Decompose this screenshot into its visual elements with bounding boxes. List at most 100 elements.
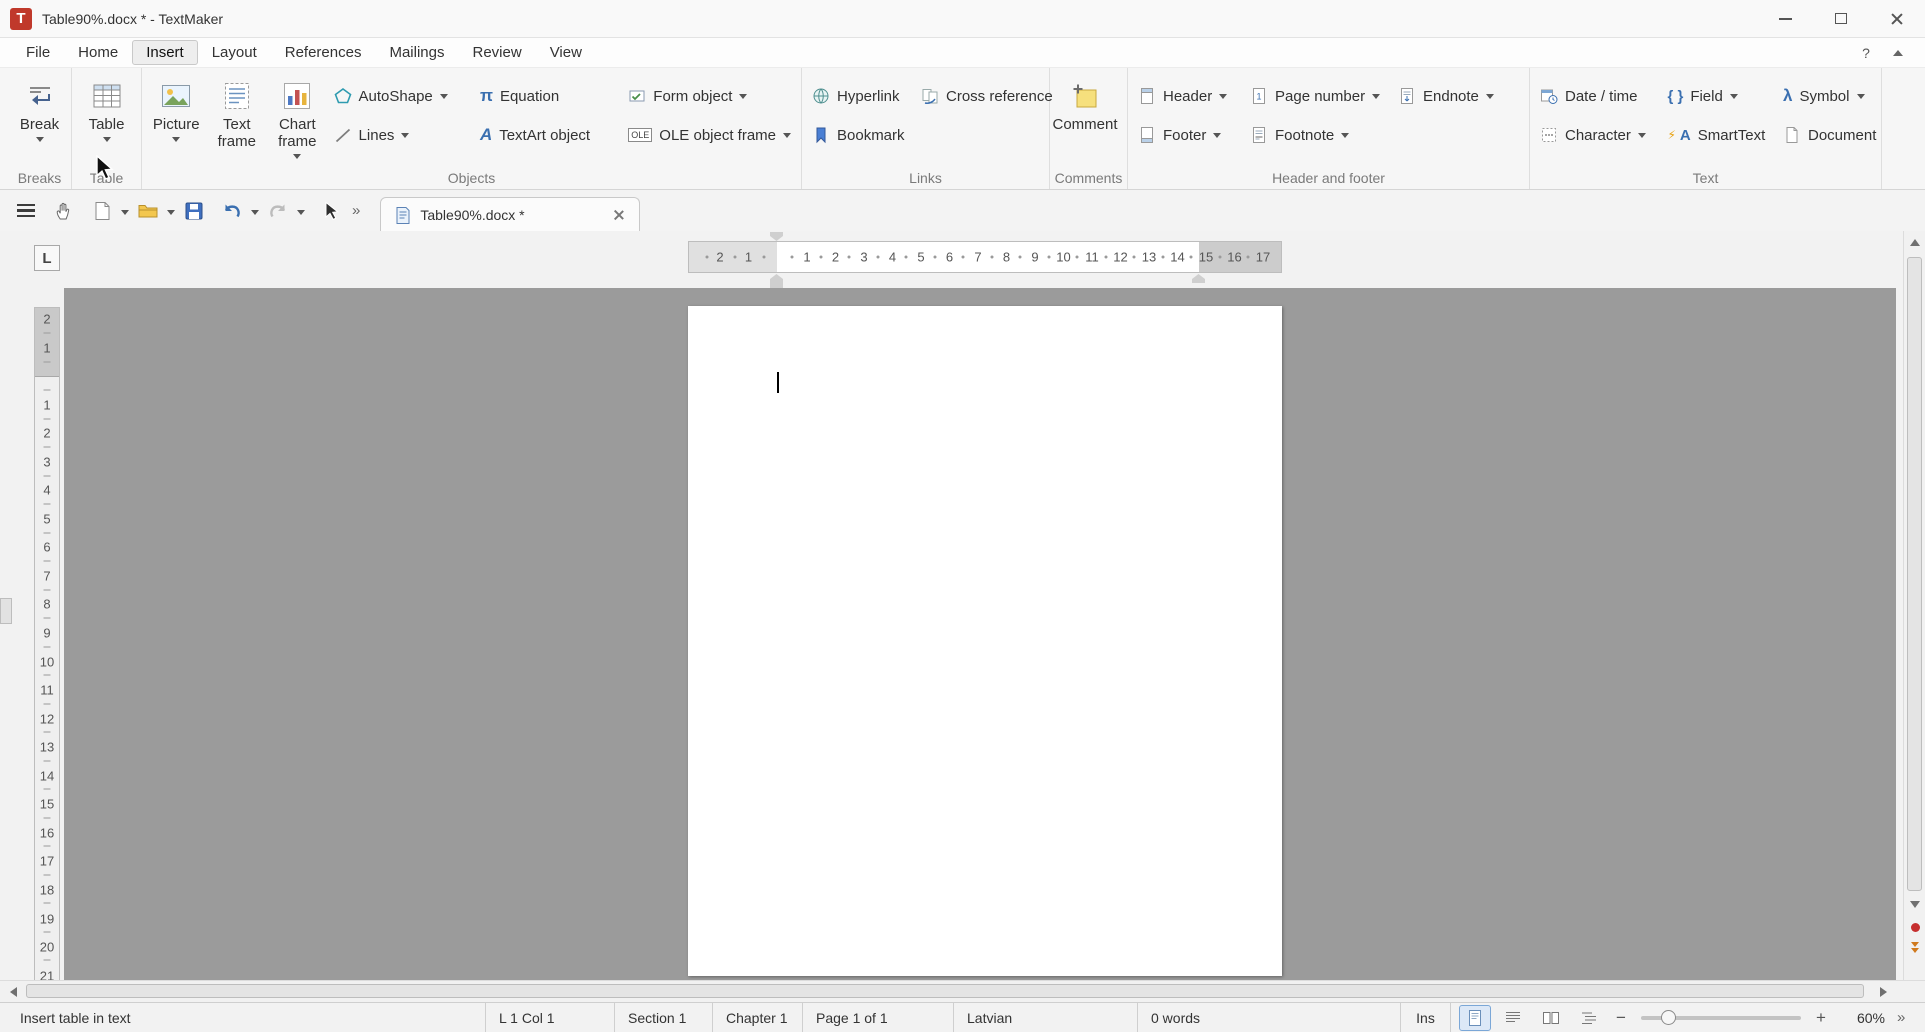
- horizontal-ruler[interactable]: 211234567891011121314151617: [688, 231, 1282, 288]
- undo-dropdown[interactable]: [248, 195, 262, 227]
- vertical-scrollbar[interactable]: [1903, 231, 1925, 980]
- new-document-dropdown[interactable]: [118, 195, 132, 227]
- ruler-number: 3: [43, 454, 50, 469]
- close-tab-icon[interactable]: [613, 209, 625, 221]
- redo-button[interactable]: [262, 195, 294, 227]
- character-button[interactable]: Character: [1534, 120, 1661, 150]
- status-section[interactable]: Section 1: [614, 1003, 712, 1032]
- status-cursor-position[interactable]: L 1 Col 1: [485, 1003, 614, 1032]
- comment-button[interactable]: Comment: [1054, 72, 1116, 167]
- open-dropdown[interactable]: [164, 195, 178, 227]
- right-indent-marker[interactable]: [1192, 274, 1205, 283]
- close-button[interactable]: [1869, 0, 1925, 37]
- view-mode-pages-button[interactable]: [1535, 1005, 1567, 1031]
- text-frame-button[interactable]: Text frame: [207, 72, 268, 167]
- group-label-links: Links: [802, 170, 1049, 186]
- scroll-up-button[interactable]: [1904, 231, 1925, 253]
- smarttext-button[interactable]: ⚡ A SmartText: [1661, 120, 1777, 150]
- vertical-ruler[interactable]: 21123456789101112131415161718192021: [34, 307, 60, 980]
- menu-review[interactable]: Review: [459, 40, 536, 65]
- scroll-down-button[interactable]: [1904, 893, 1925, 915]
- maximize-button[interactable]: [1813, 0, 1869, 37]
- endnote-button[interactable]: Endnote: [1392, 81, 1502, 111]
- table-button[interactable]: Table: [76, 72, 137, 167]
- document-page[interactable]: [688, 306, 1282, 976]
- document-button[interactable]: Document: [1777, 120, 1877, 150]
- page-number-button[interactable]: 1 Page number: [1244, 81, 1392, 111]
- lines-button[interactable]: Lines: [328, 120, 474, 150]
- view-mode-standard-button[interactable]: [1459, 1005, 1491, 1031]
- form-object-button[interactable]: Form object: [622, 81, 797, 111]
- equation-button[interactable]: π Equation: [474, 81, 622, 111]
- menu-layout[interactable]: Layout: [198, 40, 271, 65]
- menu-home[interactable]: Home: [64, 40, 132, 65]
- hyperlink-button[interactable]: Hyperlink: [806, 81, 915, 111]
- picture-button[interactable]: Picture: [146, 72, 207, 167]
- menu-references[interactable]: References: [271, 40, 376, 65]
- break-button[interactable]: Break: [12, 72, 67, 167]
- ruler-tick: [848, 256, 851, 259]
- window-title: Table90%.docx * - TextMaker: [42, 11, 223, 27]
- view-mode-outline-button[interactable]: [1573, 1005, 1605, 1031]
- redo-dropdown[interactable]: [294, 195, 308, 227]
- view-mode-continuous-button[interactable]: [1497, 1005, 1529, 1031]
- horizontal-scrollbar[interactable]: [0, 980, 1925, 1002]
- split-view-handle[interactable]: [0, 598, 12, 624]
- zoom-in-button[interactable]: +: [1811, 1008, 1831, 1028]
- autoshape-button[interactable]: AutoShape: [328, 81, 474, 111]
- zoom-out-button[interactable]: −: [1611, 1008, 1631, 1028]
- pan-hand-button[interactable]: [48, 195, 80, 227]
- menubar: File Home Insert Layout References Maili…: [0, 38, 1925, 68]
- status-insert-mode[interactable]: Ins: [1400, 1003, 1450, 1032]
- main-menu-button[interactable]: [10, 195, 42, 227]
- left-indent-marker[interactable]: [770, 274, 783, 283]
- statusbar-overflow-chevron[interactable]: »: [1897, 1009, 1905, 1026]
- status-word-count[interactable]: 0 words: [1137, 1003, 1400, 1032]
- toolbar-overflow-chevron[interactable]: »: [346, 202, 366, 219]
- document-viewport[interactable]: [64, 288, 1896, 980]
- collapse-ribbon-button[interactable]: [1885, 42, 1911, 64]
- open-button[interactable]: [132, 195, 164, 227]
- menu-mailings[interactable]: Mailings: [375, 40, 458, 65]
- horizontal-scrollbar-thumb[interactable]: [26, 984, 1864, 998]
- save-button[interactable]: [178, 195, 210, 227]
- ruler-tick: [44, 846, 51, 847]
- header-button[interactable]: Header: [1132, 81, 1244, 111]
- tab-stop-selector[interactable]: L: [34, 245, 60, 271]
- ruler-number: 18: [40, 883, 54, 898]
- zoom-slider[interactable]: [1641, 1016, 1801, 1020]
- help-button[interactable]: ?: [1853, 42, 1879, 64]
- next-object-button[interactable]: [1904, 937, 1925, 957]
- footer-button[interactable]: Footer: [1132, 120, 1244, 150]
- ribbon-group-comments: Comment Comments: [1050, 68, 1128, 189]
- ole-object-frame-button[interactable]: OLE OLE object frame: [622, 120, 797, 150]
- chart-frame-button[interactable]: Chart frame: [267, 72, 328, 167]
- status-chapter[interactable]: Chapter 1: [712, 1003, 802, 1032]
- status-language[interactable]: Latvian: [953, 1003, 1137, 1032]
- scroll-right-button[interactable]: [1872, 981, 1894, 1002]
- new-document-button[interactable]: [86, 195, 118, 227]
- select-pointer-button[interactable]: [314, 195, 346, 227]
- document-tab[interactable]: Table90%.docx *: [380, 197, 640, 232]
- symbol-button[interactable]: λ Symbol: [1777, 81, 1877, 111]
- scroll-left-button[interactable]: [2, 981, 24, 1002]
- undo-button[interactable]: [216, 195, 248, 227]
- minimize-button[interactable]: [1757, 0, 1813, 37]
- browse-object-button[interactable]: [1904, 917, 1925, 937]
- first-line-indent-marker[interactable]: [770, 232, 783, 241]
- zoom-slider-thumb[interactable]: [1661, 1010, 1676, 1025]
- dropdown-caret-icon: [121, 210, 129, 215]
- bookmark-button[interactable]: Bookmark: [806, 120, 915, 150]
- ruler-number: 1: [745, 250, 752, 265]
- menu-view[interactable]: View: [536, 40, 596, 65]
- footnote-button[interactable]: Footnote: [1244, 120, 1392, 150]
- menu-file[interactable]: File: [12, 40, 64, 65]
- status-page[interactable]: Page 1 of 1: [802, 1003, 953, 1032]
- date-time-button[interactable]: Date / time: [1534, 81, 1661, 111]
- vertical-scrollbar-thumb[interactable]: [1907, 257, 1922, 891]
- zoom-level[interactable]: 60%: [1837, 1010, 1885, 1026]
- textart-object-button[interactable]: A TextArt object: [474, 120, 622, 150]
- menu-insert[interactable]: Insert: [132, 40, 198, 65]
- field-button[interactable]: { } Field: [1661, 81, 1777, 111]
- cross-reference-button[interactable]: Cross reference: [915, 81, 1045, 111]
